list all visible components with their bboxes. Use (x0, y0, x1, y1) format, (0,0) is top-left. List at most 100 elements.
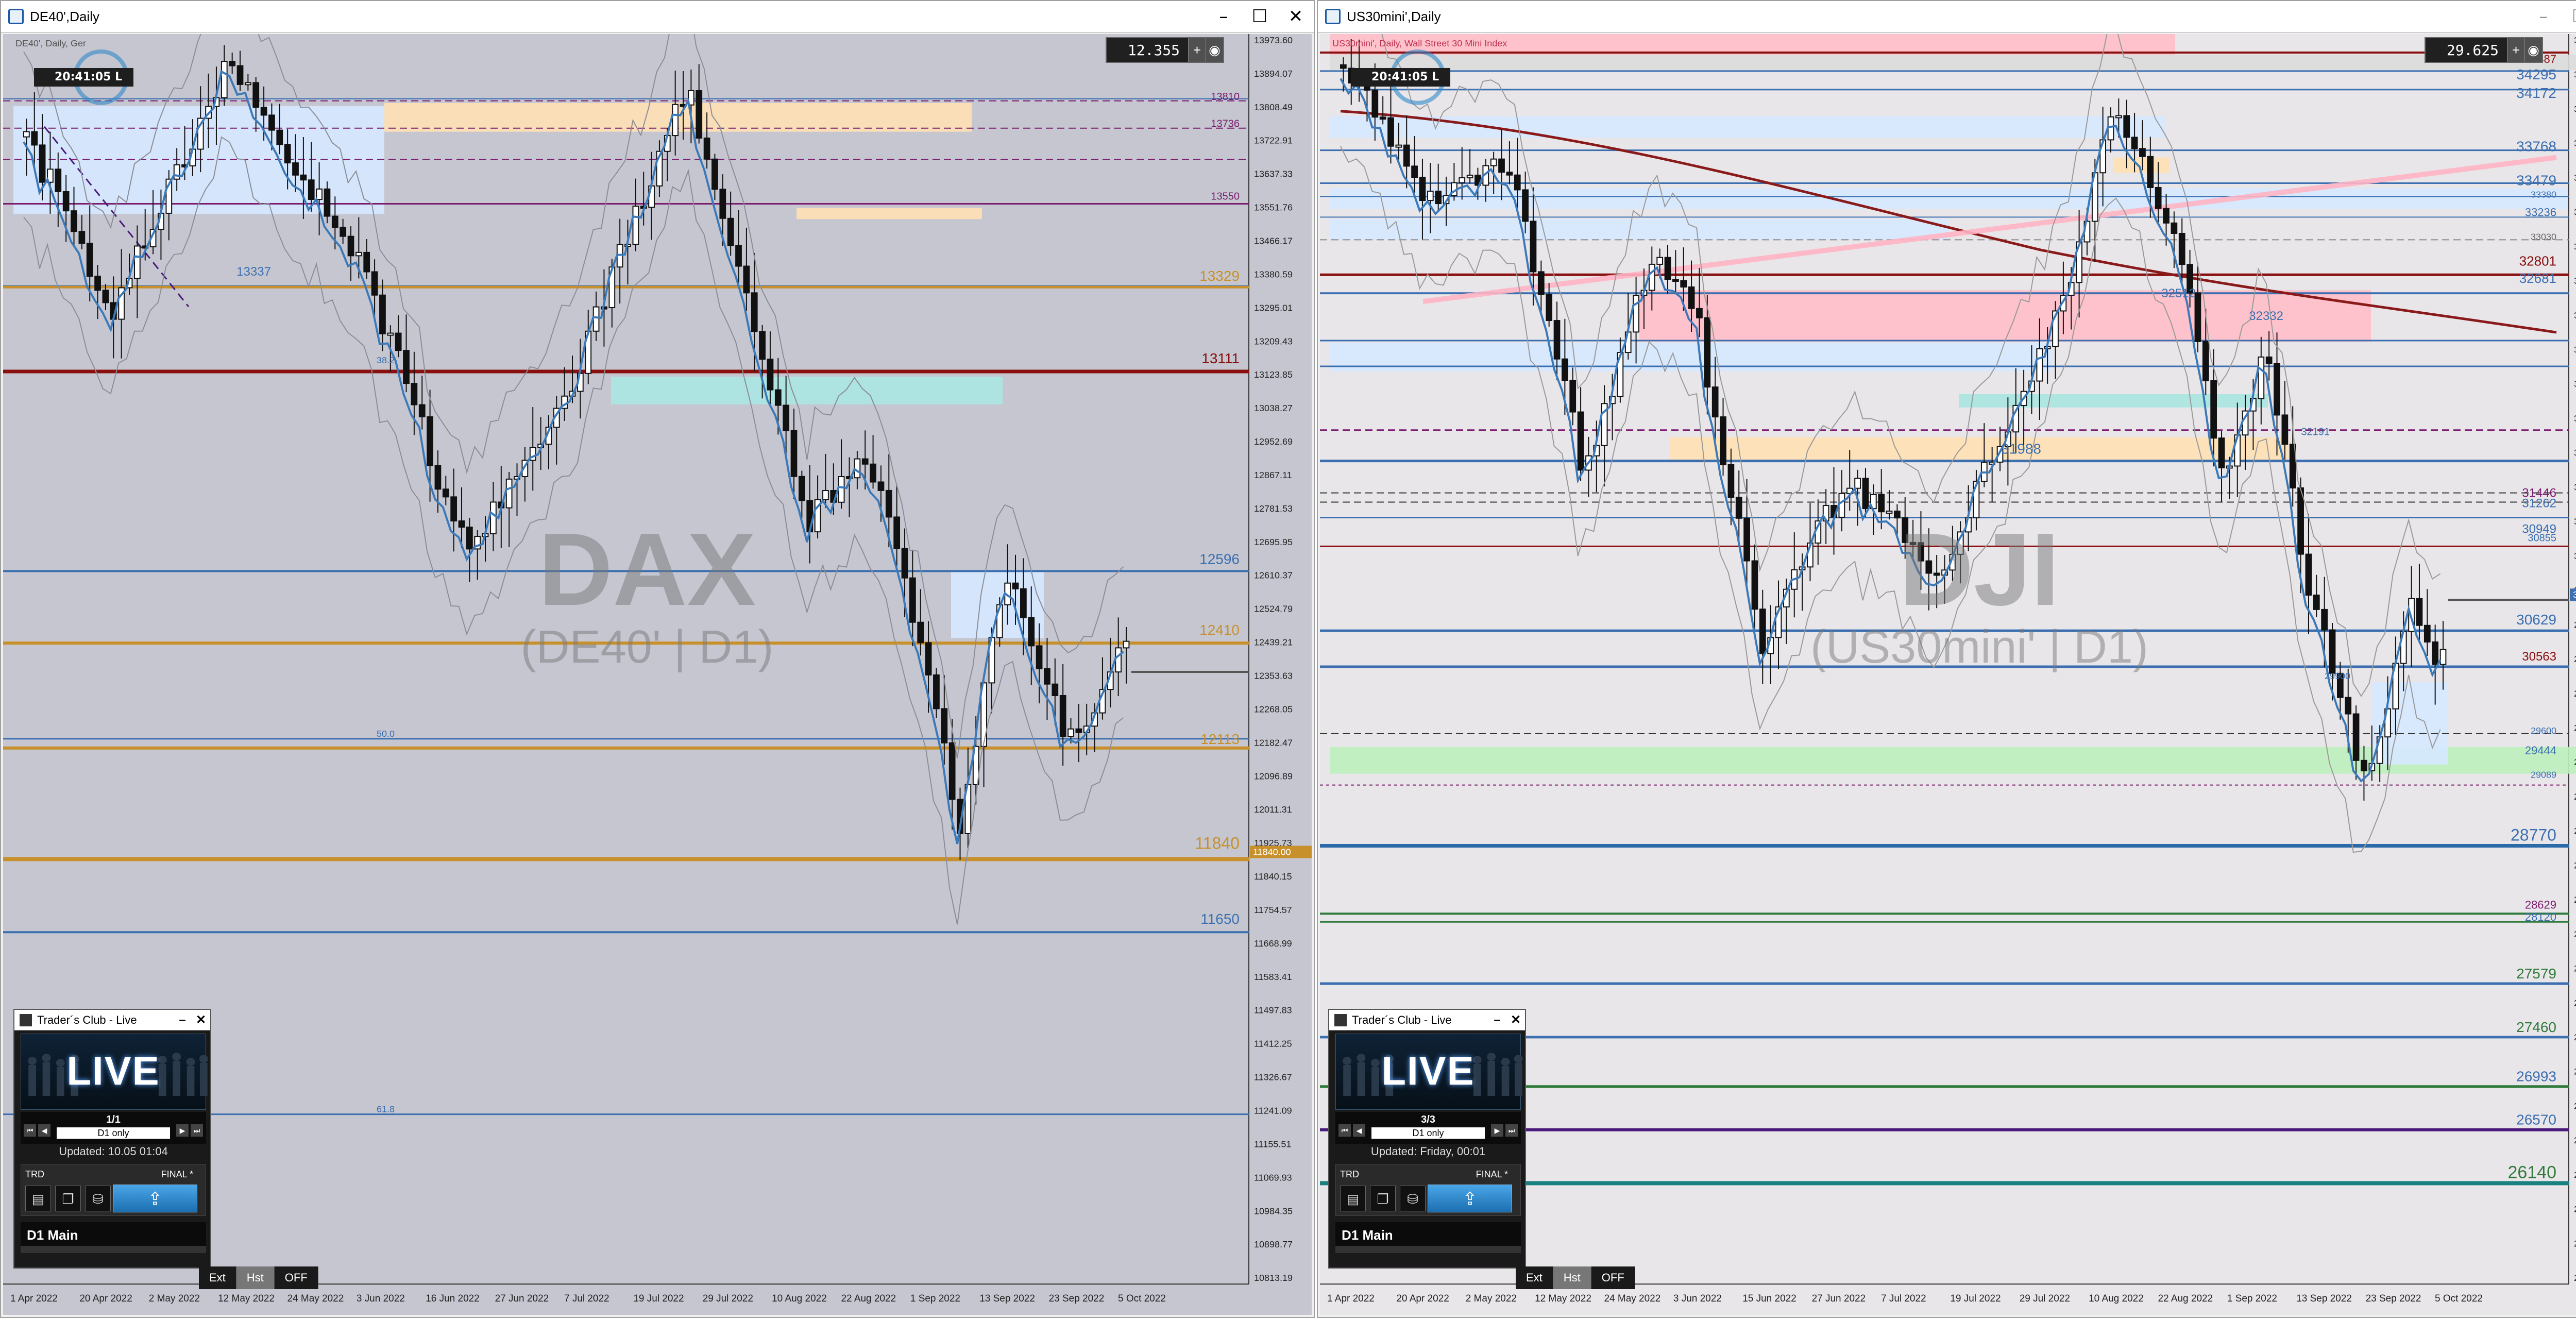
date-tick-label: 10 Aug 2022 (2089, 1293, 2144, 1304)
candle-body (2131, 137, 2138, 149)
last-page-button[interactable]: ⏭ (191, 1124, 203, 1137)
panel-minimize-button[interactable]: – (173, 1013, 192, 1027)
maximize-button[interactable]: ☐ (2562, 1, 2576, 32)
panel-close-button[interactable]: ✕ (1506, 1012, 1525, 1027)
spread-plus-button[interactable]: + (2507, 38, 2524, 62)
tab-off[interactable]: OFF (1591, 1266, 1635, 1289)
expand-strip[interactable] (21, 1246, 206, 1253)
candle-body (411, 383, 418, 405)
live-label: LIVE (1381, 1048, 1475, 1093)
updated-timestamp: Updated: 10.05 01:04 (59, 1145, 168, 1158)
prev-page-button[interactable]: ◀ (38, 1124, 50, 1137)
dax-title-bar[interactable]: DE40',Daily – ☐ ✕ (1, 1, 1314, 33)
panel-close-button[interactable]: ✕ (192, 1012, 210, 1027)
spread-value: 29.625 (2446, 41, 2499, 59)
database-icon[interactable]: ⛁ (85, 1186, 111, 1211)
minimize-button[interactable]: – (1206, 1, 1242, 32)
last-page-button[interactable]: ⏭ (1505, 1124, 1518, 1137)
price-tick-label: 13894.07 (1254, 69, 1293, 79)
window-title: US30mini',Daily (1347, 8, 1441, 24)
candle-body (1522, 189, 1529, 222)
live-banner[interactable]: LIVE (1335, 1034, 1523, 1110)
price-tick-label: 27202.43 (2574, 964, 2576, 974)
candle-body (854, 458, 861, 479)
main-section-label: D1 Main (1342, 1227, 1393, 1243)
main-section[interactable]: D1 Main (21, 1222, 206, 1253)
upload-icon[interactable]: ⇪ (1428, 1185, 1512, 1212)
date-tick-label: 3 Jun 2022 (357, 1293, 405, 1304)
price-tick-label: 32846.18 (2574, 241, 2576, 251)
chart-tabs[interactable]: Ext Hst OFF (199, 1266, 318, 1289)
price-tick-label: 12353.63 (1254, 671, 1293, 681)
candle-body (347, 235, 354, 257)
price-tick-label: 33383.68 (2574, 173, 2576, 183)
spread-indicator[interactable]: 29.625 + ◉ (2425, 37, 2543, 63)
traders-club-panel[interactable]: Trader´s Club - Live – ✕ (13, 1009, 211, 1269)
page-navigator[interactable]: ⏮ ◀ 1/1 D1 only ▶ ⏭ (21, 1112, 206, 1144)
spread-indicator[interactable]: 12.355 + ◉ (1106, 37, 1224, 63)
candle-body (427, 416, 433, 466)
chart-tabs[interactable]: Ext Hst OFF (1516, 1266, 1635, 1289)
dji-chart-window[interactable]: US30mini',Daily – ☐ ✕ 34458.60 34189.93 33… (1317, 0, 2576, 1318)
candle-body (1403, 144, 1410, 167)
price-tick-label: 13466.17 (1254, 236, 1293, 246)
candle-body (2297, 487, 2304, 555)
candle-body (1735, 497, 1742, 519)
page-navigator[interactable]: ⏮ ◀ 3/3 D1 only ▶ ⏭ (1335, 1112, 1521, 1144)
tab-ext[interactable]: Ext (199, 1266, 236, 1289)
candle-body (2265, 356, 2273, 364)
first-page-button[interactable]: ⏮ (24, 1124, 36, 1137)
panel-minimize-button[interactable]: – (1488, 1013, 1506, 1027)
prev-page-button[interactable]: ◀ (1353, 1124, 1365, 1137)
next-page-button[interactable]: ▶ (1491, 1124, 1503, 1137)
level-label: 32332 (2249, 309, 2283, 323)
tab-ext[interactable]: Ext (1516, 1266, 1553, 1289)
minimize-button[interactable]: – (2526, 1, 2562, 32)
database-icon[interactable]: ⛁ (1400, 1186, 1426, 1211)
dax-chart-area[interactable]: 13973.60 13894.07 13808.49 13722.91 13637.33… (3, 34, 1312, 1315)
live-banner[interactable]: LIVE (21, 1034, 208, 1110)
price-tick-label: 13722.91 (1254, 136, 1293, 146)
price-tick-label: 13380.59 (1254, 269, 1293, 279)
windows-icon[interactable]: ❐ (1370, 1186, 1396, 1211)
candle-body (2115, 115, 2122, 119)
candle-body (1743, 517, 1750, 562)
candle-body (466, 527, 473, 550)
price-tick-label: 12781.53 (1254, 503, 1293, 514)
upload-icon[interactable]: ⇪ (113, 1185, 197, 1212)
tab-hst[interactable]: Hst (1553, 1266, 1591, 1289)
date-tick-label: 15 Jun 2022 (1742, 1293, 1797, 1304)
tab-off[interactable]: OFF (275, 1266, 318, 1289)
traders-club-panel[interactable]: Trader´s Club - Live – ✕ (1328, 1009, 1526, 1269)
candle-body (1387, 117, 1394, 147)
next-page-button[interactable]: ▶ (176, 1124, 189, 1137)
dji-title-bar[interactable]: US30mini',Daily – ☐ ✕ (1318, 1, 2576, 33)
spread-plus-button[interactable]: + (1188, 38, 1206, 62)
expand-strip[interactable] (1335, 1246, 1521, 1253)
document-icon[interactable]: ▤ (1340, 1186, 1366, 1211)
candle-body (2274, 363, 2280, 416)
candle-body (1886, 510, 1893, 514)
dax-chart-window[interactable]: DE40',Daily – ☐ ✕ 13973.60 13894.07 13808.… (0, 0, 1315, 1318)
tab-hst[interactable]: Hst (236, 1266, 275, 1289)
candle-body (2432, 641, 2439, 665)
first-page-button[interactable]: ⏮ (1338, 1124, 1351, 1137)
candle-body (735, 245, 742, 267)
level-label: 13337 (236, 265, 271, 279)
spread-menu-button[interactable]: ◉ (1206, 38, 1223, 62)
level-label: 26993 (2516, 1069, 2556, 1085)
candle-body (39, 144, 46, 183)
date-tick-label: 12 May 2022 (1535, 1293, 1591, 1304)
dji-chart-area[interactable]: 34458.60 34189.93 33921.18 33652.43 33383.68… (1320, 34, 2576, 1315)
close-button[interactable]: ✕ (1278, 1, 1314, 32)
spread-menu-button[interactable]: ◉ (2524, 38, 2542, 62)
price-tick-label: 12952.69 (1254, 436, 1293, 447)
candle-body (1633, 295, 1639, 333)
main-section[interactable]: D1 Main (1335, 1222, 1521, 1253)
windows-icon[interactable]: ❐ (55, 1186, 81, 1211)
chart-window-icon (8, 9, 24, 24)
maximize-button[interactable]: ☐ (1242, 1, 1278, 32)
price-tick-label: 32577.43 (2574, 276, 2576, 286)
document-icon[interactable]: ▤ (25, 1186, 51, 1211)
candle-body (2147, 156, 2154, 188)
